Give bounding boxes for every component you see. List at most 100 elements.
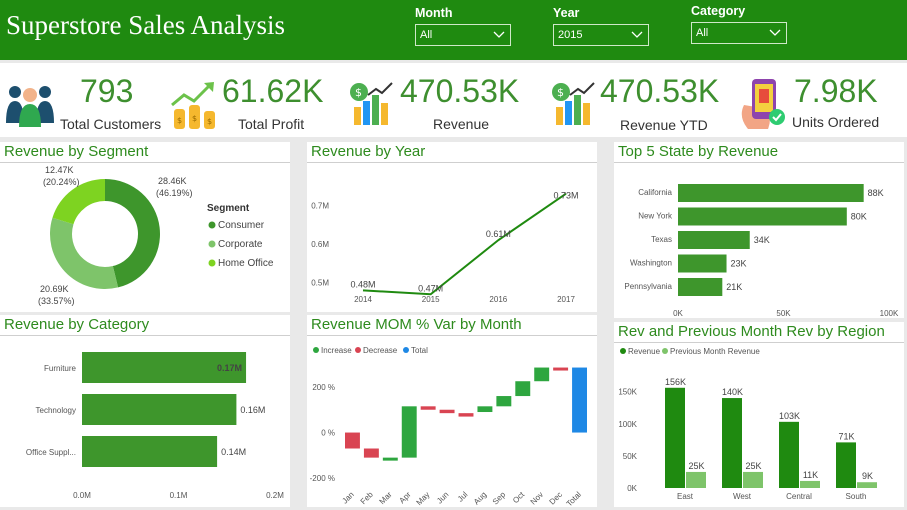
legend-label: Corporate xyxy=(218,239,263,250)
x-tick-label: 0.2M xyxy=(266,491,284,500)
bar xyxy=(534,367,550,382)
y-tick-label: Furniture xyxy=(44,364,77,373)
customers-icon xyxy=(6,86,54,127)
legend-label: Decrease xyxy=(363,346,398,355)
legend-label: Revenue xyxy=(628,347,661,356)
y-tick-label: Washington xyxy=(630,259,672,268)
kpi-caption: Total Customers xyxy=(60,116,162,132)
data-label: 0.14M xyxy=(221,447,246,457)
x-tick-label: Jul xyxy=(456,490,470,504)
bar xyxy=(553,367,569,371)
bar xyxy=(678,278,723,296)
data-label-pct: (33.57%) xyxy=(38,296,75,306)
x-tick-label: West xyxy=(733,492,752,501)
month-dropdown-value: All xyxy=(420,29,433,41)
pie-slice xyxy=(50,217,119,289)
chart-title: Top 5 State by Revenue xyxy=(618,143,779,160)
panel-revenue-mom: Revenue MOM % Var by Month Increase Decre… xyxy=(307,315,597,507)
legend-label: Previous Month Revenue xyxy=(670,347,760,356)
data-label: 0.48M xyxy=(350,279,375,289)
x-tick-label: Sep xyxy=(491,490,508,507)
region-column-chart: Revenue Previous Month Revenue 0K 50K 100K 15… xyxy=(618,347,877,501)
x-tick-label: 50K xyxy=(776,309,791,318)
x-tick-label: Nov xyxy=(529,490,545,506)
y-tick-label: 0K xyxy=(627,484,637,493)
bar xyxy=(857,482,877,488)
units-ordered-icon xyxy=(741,79,785,129)
y-tick-label: 150K xyxy=(618,388,637,397)
category-dropdown[interactable]: All xyxy=(691,22,787,44)
y-tick-label: Office Suppl... xyxy=(26,448,76,457)
y-tick-label: 50K xyxy=(623,452,638,461)
series-line xyxy=(362,192,567,296)
data-label: 0.73M xyxy=(553,191,578,201)
kpi-value: 7.98K xyxy=(794,73,878,109)
bar xyxy=(743,471,763,488)
panel-revenue-by-category: Revenue by Category Furniture 0.17M Techno… xyxy=(0,315,290,507)
y-tick-label: Technology xyxy=(36,406,76,415)
panel-revenue-by-segment: Revenue by Segment 28.46K (46.19%) 20.69K (… xyxy=(0,142,290,312)
year-dropdown[interactable]: 2015 xyxy=(553,24,649,46)
y-tick-label: 100K xyxy=(618,420,637,429)
bar xyxy=(420,406,436,410)
chart-title: Revenue by Category xyxy=(4,316,150,333)
bar xyxy=(439,409,455,414)
bar xyxy=(779,421,799,488)
bar xyxy=(515,381,531,397)
bar xyxy=(800,480,820,488)
svg-text:$: $ xyxy=(192,114,197,123)
x-tick-label: 0.0M xyxy=(73,491,91,500)
panel-top5-state: Top 5 State by Revenue California 88K New … xyxy=(614,142,904,318)
x-tick-label: Feb xyxy=(359,490,376,507)
x-tick-label: South xyxy=(846,492,867,501)
legend-label: Consumer xyxy=(218,220,265,231)
data-label: 140K xyxy=(722,387,743,397)
data-label: 0.47M xyxy=(418,283,443,293)
year-dropdown-value: 2015 xyxy=(558,29,583,41)
legend-label: Home Office xyxy=(218,258,274,269)
bar xyxy=(678,231,750,249)
kpi-row: 793 Total Customers $ $ $ 61.62K Total Pro… xyxy=(0,63,907,137)
data-label: 0.61M xyxy=(486,229,511,239)
x-tick-label: 0.1M xyxy=(170,491,188,500)
bar xyxy=(458,413,474,417)
bar xyxy=(401,406,417,458)
bar xyxy=(678,254,727,273)
y-tick-label: 0.5M xyxy=(311,279,329,288)
year-line-chart: 0.5M 0.6M 0.7M 2014 2015 2016 2017 0.48M 0.47M 0.… xyxy=(311,191,578,304)
panel-revenue-by-year: Revenue by Year 0.5M 0.6M 0.7M 2014 2015 2016… xyxy=(307,142,597,312)
x-tick-label: 2016 xyxy=(489,295,507,304)
data-label: 0.17M xyxy=(217,363,242,373)
legend-marker xyxy=(208,240,216,248)
legend-marker xyxy=(313,347,319,353)
slicer-category: Category All xyxy=(691,4,787,44)
y-tick-label: -200 % xyxy=(310,474,335,483)
panel-region: Rev and Previous Month Rev by Region Rev… xyxy=(614,322,904,507)
data-label: 21K xyxy=(726,282,742,292)
svg-text:$: $ xyxy=(557,86,564,99)
bar xyxy=(572,367,587,433)
data-label: 88K xyxy=(868,188,884,198)
x-tick-label: Oct xyxy=(511,490,527,506)
slicer-year: Year 2015 xyxy=(553,6,649,46)
bar xyxy=(678,207,847,226)
kpi-revenue-ytd: $ 470.53K Revenue YTD xyxy=(550,63,730,137)
data-label: 11K xyxy=(803,470,818,480)
data-label-pct: (20.24%) xyxy=(43,177,80,187)
kpi-total-customers: 793 Total Customers xyxy=(0,63,170,137)
svg-text:$: $ xyxy=(207,117,212,126)
y-tick-label: California xyxy=(638,188,672,197)
legend-marker xyxy=(403,347,409,353)
bar xyxy=(686,471,706,488)
data-label: 12.47K xyxy=(45,165,74,175)
bar xyxy=(722,398,742,488)
x-tick-label: Dec xyxy=(548,490,564,506)
bar xyxy=(363,448,379,458)
chevron-down-icon xyxy=(769,29,781,36)
x-tick-label: Jan xyxy=(340,490,355,505)
state-bar-chart: California 88K New York 80K Texas 34K Washingt… xyxy=(624,184,899,318)
x-tick-label: 2017 xyxy=(557,295,575,304)
month-dropdown[interactable]: All xyxy=(415,24,511,46)
slicer-month: Month All xyxy=(415,6,511,46)
data-label: 25K xyxy=(688,461,704,471)
